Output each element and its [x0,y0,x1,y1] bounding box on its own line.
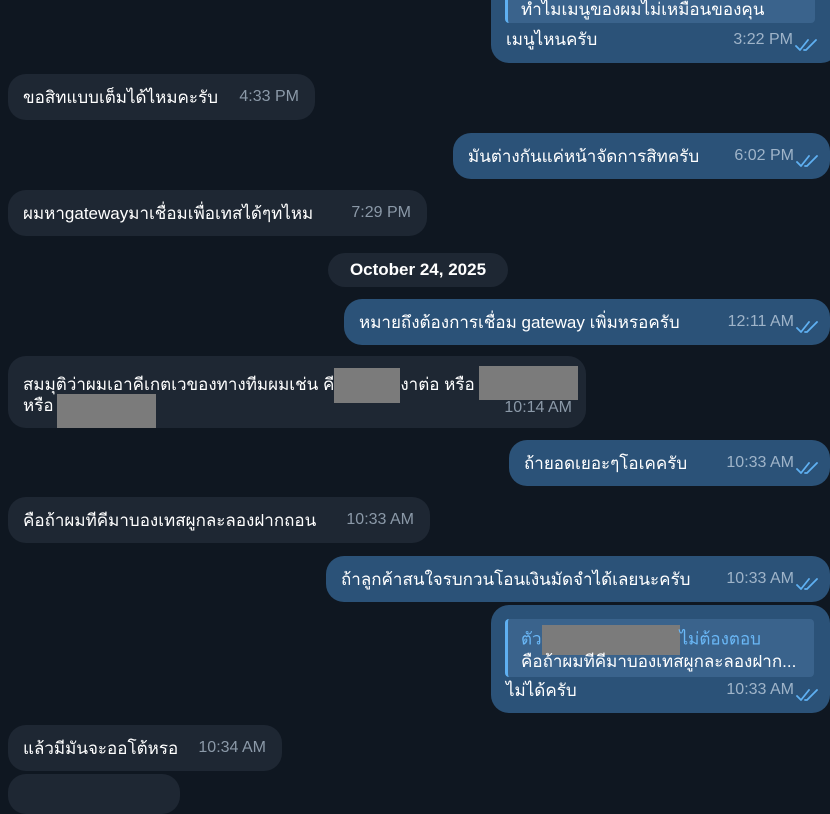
message-time: 10:34 AM [198,739,266,756]
reply-quote-text: คือถ้าผมทีคีมาบองเทสผูกละลองฝาก... [521,652,797,671]
message-incoming[interactable]: แล้วมีมันจะออโต้หรอ 10:34 AM [8,725,282,771]
message-incoming[interactable] [8,774,180,814]
message-text: ถ้ายอดเยอะๆโอเคครับ [524,454,688,473]
message-incoming[interactable]: ผมหาgatewayมาเชื่อมเพื่อเทสได้ๆทไหม 7:29… [8,190,427,236]
message-text: ถ้าลูกค้าสนใจรบกวนโอนเงินมัดจำได้เลยนะคร… [341,570,691,589]
reply-quote-prefix: ตัว [521,629,542,649]
message-time: 10:33 AM [346,511,414,528]
message-text: ขอสิทแบบเต็มได้ไหมคะรับ [23,88,218,107]
message-incoming[interactable]: ขอสิทแบบเต็มได้ไหมคะรับ 4:33 PM [8,74,315,120]
message-incoming[interactable]: สมมุติว่าผมเอาคีเกตเวของทางทีมผมเช่น คี ง… [8,356,586,428]
message-text: เมนูไหนครับ [506,30,598,49]
message-text-part: สมมุติว่าผมเอาคีเกตเวของทางทีมผมเช่น คี [23,374,335,394]
read-ticks-icon [796,155,818,167]
message-time: 7:29 PM [351,204,411,221]
message-outgoing[interactable]: ทำไมเมนูของผมไม่เหมือนของคุน เมนูไหนครับ… [491,0,830,63]
message-incoming[interactable]: คือถ้าผมทีคีมาบองเทสผูกละลองฝากถอน 10:33… [8,497,430,543]
redacted-block [57,394,156,428]
message-time: 3:22 PM [733,31,793,48]
message-time: 10:14 AM [504,399,572,416]
message-time: 12:11 AM [727,313,794,330]
reply-quote[interactable]: ตัว ไม่ต้องตอบ คือถ้าผมทีคีมาบองเทสผูกละล… [505,619,814,677]
message-text: มันต่างกันแค่หน้าจัดการสิทครับ [468,147,700,166]
redacted-block [479,366,578,400]
message-outgoing[interactable]: มันต่างกันแค่หน้าจัดการสิทครับ 6:02 PM [453,133,830,179]
message-time: 10:33 AM [726,681,794,698]
message-text: แล้วมีมันจะออโต้หรอ [23,739,179,758]
read-ticks-icon [796,321,818,333]
read-ticks-icon [796,462,818,474]
message-text-part: หรือ [23,396,54,415]
read-ticks-icon [796,689,818,701]
message-time: 10:33 AM [726,454,794,471]
reply-quote-suffix: ไม่ต้องตอบ [679,629,761,649]
read-ticks-icon [795,39,817,51]
message-text: ไม่ได้ครับ [506,681,577,700]
message-time: 10:33 AM [726,570,794,587]
message-time: 6:02 PM [734,147,794,164]
read-ticks-icon [796,578,818,590]
reply-quote-text: ทำไมเมนูของผมไม่เหมือนของคุน [521,0,765,19]
date-separator: October 24, 2025 [328,253,508,287]
message-outgoing[interactable]: ถ้ายอดเยอะๆโอเคครับ 10:33 AM [509,440,830,486]
message-outgoing[interactable]: ถ้าลูกค้าสนใจรบกวนโอนเงินมัดจำได้เลยนะคร… [326,556,830,602]
message-outgoing[interactable]: หมายถึงต้องการเชื่อม gateway เพิ่มหรอครั… [344,299,830,345]
message-outgoing[interactable]: ตัว ไม่ต้องตอบ คือถ้าผมทีคีมาบองเทสผูกละล… [491,605,830,713]
message-text: คือถ้าผมทีคีมาบองเทสผูกละลองฝากถอน [23,511,317,530]
message-text-part: งาต่อ หรือ [400,374,475,394]
reply-quote[interactable]: ทำไมเมนูของผมไม่เหมือนของคุน [505,0,815,23]
message-time: 4:33 PM [239,88,299,105]
message-text: ผมหาgatewayมาเชื่อมเพื่อเทสได้ๆทไหม [23,204,314,223]
redacted-block [334,368,401,403]
message-text: หมายถึงต้องการเชื่อม gateway เพิ่มหรอครั… [359,313,680,332]
